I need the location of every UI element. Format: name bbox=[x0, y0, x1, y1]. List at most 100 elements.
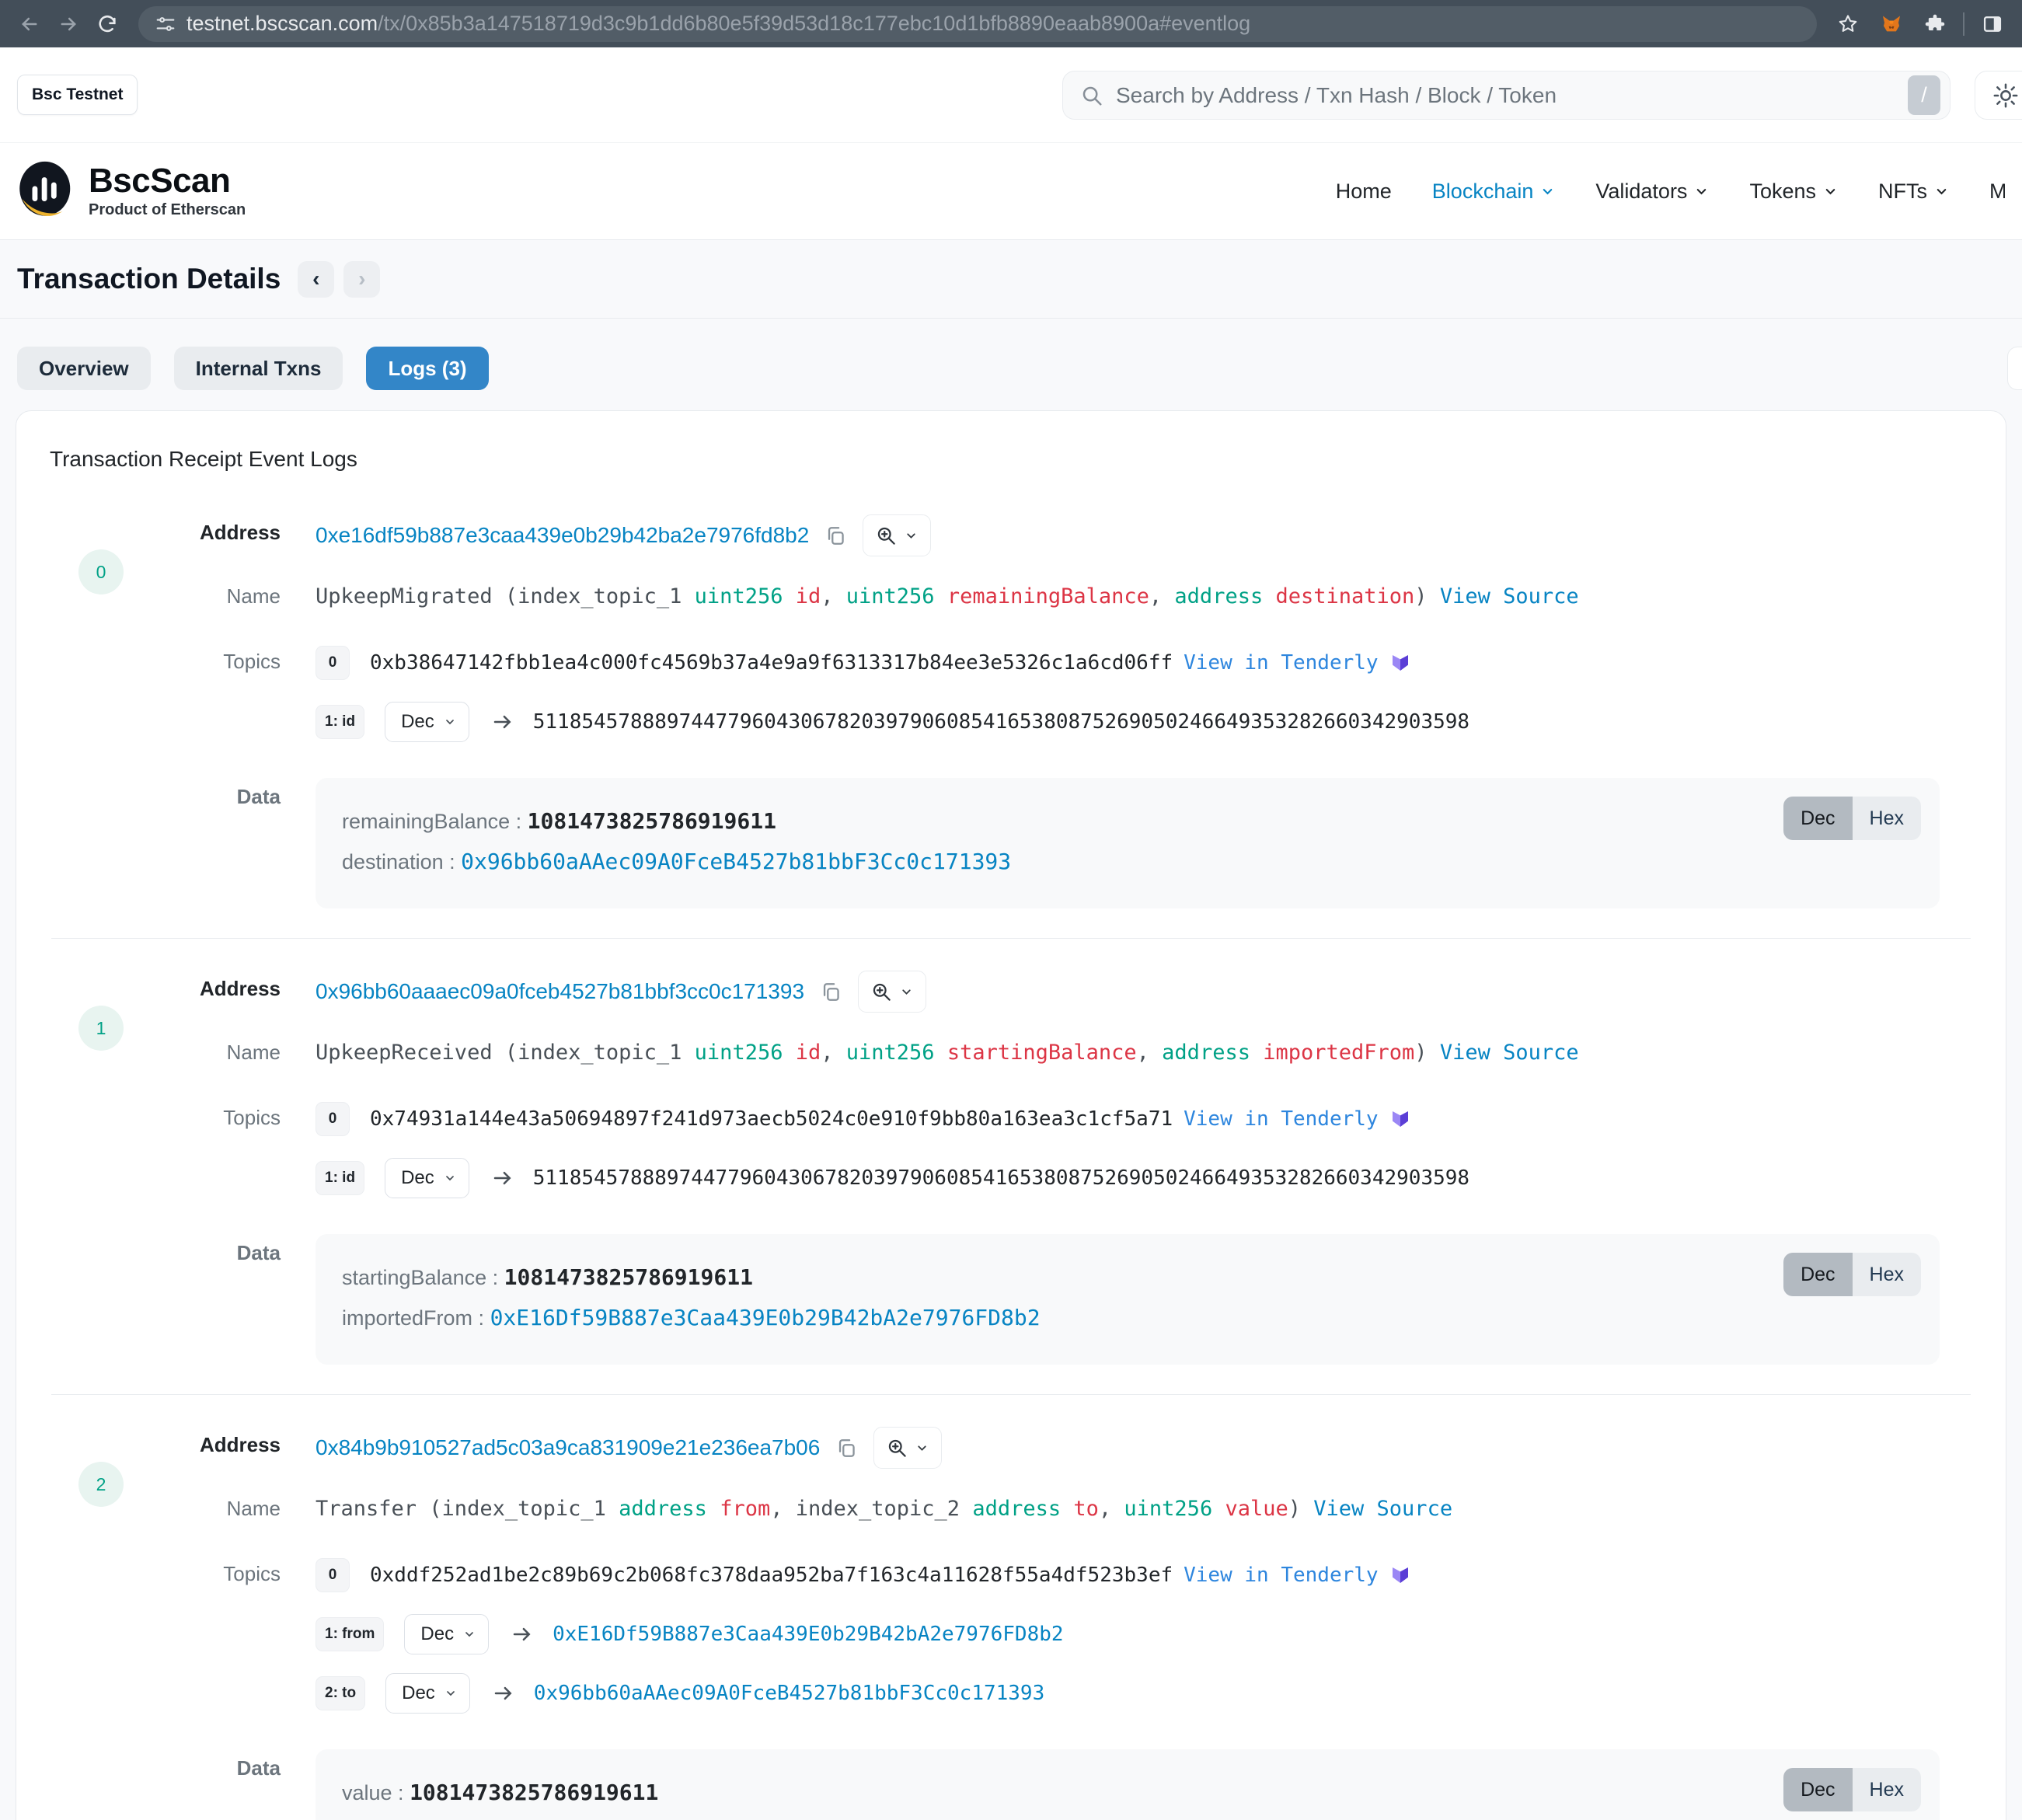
nav-item-tokens[interactable]: Tokens bbox=[1749, 180, 1838, 204]
topic-decode-dropdown[interactable]: Dec bbox=[385, 702, 469, 742]
topic-value[interactable]: 0xE16Df59B887e3Caa439E0b29B42bA2e7976FD8… bbox=[553, 1623, 1063, 1646]
dec-button[interactable]: Dec bbox=[1783, 797, 1852, 840]
topic-value: 0x74931a144e43a50694897f241d973aecb5024c… bbox=[370, 1107, 1173, 1131]
arrow-right-icon bbox=[491, 710, 514, 734]
data-address-link[interactable]: 0xE16Df59B887e3Caa439E0b29B42bA2e7976FD8… bbox=[490, 1305, 1041, 1330]
dec-button[interactable]: Dec bbox=[1783, 1768, 1852, 1811]
data-separator: : bbox=[510, 810, 528, 833]
copy-icon[interactable] bbox=[820, 981, 842, 1003]
log-data-box: remainingBalance : 1081473825786919611de… bbox=[316, 778, 1940, 908]
tab-bar-edge-button[interactable] bbox=[2007, 347, 2022, 390]
nav-item-blockchain[interactable]: Blockchain bbox=[1432, 180, 1556, 204]
topic-row: 0 0xb38647142fbb1ea4c000fc4569b37a4e9a9f… bbox=[316, 643, 1971, 683]
signature-segment: to bbox=[1061, 1497, 1099, 1521]
address-lens-button[interactable] bbox=[873, 1427, 942, 1469]
signature-segment: , bbox=[1099, 1497, 1124, 1521]
bscscan-logo-icon bbox=[17, 159, 78, 223]
copy-icon[interactable] bbox=[824, 525, 847, 547]
data-separator: : bbox=[444, 850, 462, 873]
search-shortcut-badge: / bbox=[1908, 75, 1940, 115]
site-header-main: BscScan Product of Etherscan Home Blockc… bbox=[0, 143, 2022, 240]
tab-internal-txns[interactable]: Internal Txns bbox=[174, 347, 343, 390]
signature-segment: uint256 bbox=[695, 1041, 783, 1065]
data-address-link[interactable]: 0x96bb60aAAec09A0FceB4527b81bbF3Cc0c1713… bbox=[461, 849, 1011, 874]
topic-row: 0 0x74931a144e43a50694897f241d973aecb502… bbox=[316, 1099, 1971, 1139]
topic-value: 0xb38647142fbb1ea4c000fc4569b37a4e9a9f63… bbox=[370, 651, 1173, 675]
search-icon bbox=[1080, 84, 1103, 107]
view-source-link[interactable]: View Source bbox=[1313, 1497, 1452, 1521]
view-source-link[interactable]: View Source bbox=[1440, 584, 1579, 608]
data-value: 1081473825786919611 bbox=[410, 1780, 658, 1805]
brand-name: BscScan bbox=[89, 164, 246, 198]
log-address-link[interactable]: 0xe16df59b887e3caa439e0b29b42ba2e7976fd8… bbox=[316, 523, 809, 548]
chevron-down-icon bbox=[444, 716, 456, 728]
log-address-link[interactable]: 0x96bb60aaaec09a0fceb4527b81bbf3cc0c1713… bbox=[316, 979, 804, 1004]
topics-label: Topics bbox=[133, 643, 281, 674]
address-lens-button[interactable] bbox=[863, 514, 931, 556]
site-info-icon[interactable] bbox=[155, 14, 176, 34]
network-badge[interactable]: Bsc Testnet bbox=[17, 75, 138, 115]
prev-transaction-button[interactable]: ‹ bbox=[298, 261, 334, 298]
dec-button[interactable]: Dec bbox=[1783, 1253, 1852, 1296]
extensions-icon[interactable] bbox=[1919, 9, 1951, 40]
view-in-tenderly-link[interactable]: View in Tenderly bbox=[1184, 1564, 1378, 1587]
address-bar[interactable]: testnet.bscscan.com/tx/0x85b3a147518719d… bbox=[138, 6, 1817, 42]
signature-segment: importedFrom bbox=[1250, 1041, 1414, 1065]
tenderly-icon bbox=[1388, 650, 1413, 675]
search-bar[interactable]: / bbox=[1062, 71, 1951, 120]
view-in-tenderly-link[interactable]: View in Tenderly bbox=[1184, 651, 1378, 675]
nav-item-home[interactable]: Home bbox=[1336, 180, 1392, 204]
topic-decode-dropdown[interactable]: Dec bbox=[385, 1158, 469, 1198]
data-separator: : bbox=[486, 1266, 504, 1289]
log-address-link[interactable]: 0x84b9b910527ad5c03a9ca831909e21e236ea7b… bbox=[316, 1435, 820, 1460]
chevron-down-icon bbox=[1934, 184, 1949, 199]
chevron-down-icon bbox=[463, 1628, 476, 1640]
search-input[interactable] bbox=[1116, 83, 1895, 108]
address-label: Address bbox=[133, 514, 281, 545]
view-in-tenderly-link[interactable]: View in Tenderly bbox=[1184, 1107, 1378, 1131]
nav-item-more[interactable]: M bbox=[1989, 180, 2005, 204]
back-icon[interactable] bbox=[14, 9, 45, 40]
view-source-link[interactable]: View Source bbox=[1440, 1041, 1579, 1065]
reload-icon[interactable] bbox=[92, 9, 123, 40]
copy-icon[interactable] bbox=[835, 1437, 858, 1459]
event-signature: UpkeepReceived (index_topic_1 uint256 id… bbox=[316, 1034, 1971, 1069]
data-param-label: startingBalance bbox=[342, 1266, 486, 1289]
tab-bar: Overview Internal Txns Logs (3) bbox=[0, 347, 2022, 390]
signature-segment: uint256 bbox=[846, 584, 935, 608]
tab-overview[interactable]: Overview bbox=[17, 347, 151, 390]
bscscan-logo[interactable]: BscScan Product of Etherscan bbox=[17, 159, 246, 223]
hex-button[interactable]: Hex bbox=[1853, 1768, 1921, 1811]
metamask-icon[interactable] bbox=[1876, 9, 1907, 40]
tab-logs[interactable]: Logs (3) bbox=[366, 347, 488, 390]
nav-item-validators[interactable]: Validators bbox=[1595, 180, 1709, 204]
address-lens-button[interactable] bbox=[858, 971, 926, 1013]
signature-segment: from bbox=[707, 1497, 770, 1521]
theme-toggle-button[interactable] bbox=[1975, 71, 2022, 120]
dec-hex-toggle: Dec Hex bbox=[1783, 1253, 1921, 1296]
signature-segment: ) bbox=[1288, 1497, 1314, 1521]
hex-button[interactable]: Hex bbox=[1853, 1253, 1921, 1296]
data-row: value : 1081473825786919611 bbox=[342, 1773, 1913, 1813]
topic-decode-dropdown[interactable]: Dec bbox=[404, 1614, 489, 1654]
page-title: Transaction Details bbox=[17, 263, 281, 295]
topic-decode-dropdown[interactable]: Dec bbox=[385, 1673, 470, 1714]
chevron-down-icon bbox=[444, 1687, 457, 1700]
log-index-badge: 2 bbox=[78, 1462, 124, 1507]
bookmark-star-icon[interactable] bbox=[1832, 9, 1863, 40]
topic-index-badge: 1: id bbox=[316, 705, 364, 739]
next-transaction-button[interactable]: › bbox=[343, 261, 380, 298]
topic-index-badge: 0 bbox=[316, 1558, 350, 1592]
side-panel-icon[interactable] bbox=[1977, 9, 2008, 40]
data-value: 1081473825786919611 bbox=[528, 808, 776, 834]
name-label: Name bbox=[133, 1034, 281, 1065]
toolbar-divider bbox=[1963, 12, 1964, 36]
data-row: remainingBalance : 1081473825786919611 bbox=[342, 801, 1913, 842]
forward-icon[interactable] bbox=[53, 9, 84, 40]
nav-item-nfts[interactable]: NFTs bbox=[1878, 180, 1949, 204]
log-index-badge: 1 bbox=[78, 1006, 124, 1051]
hex-button[interactable]: Hex bbox=[1853, 797, 1921, 840]
topic-value[interactable]: 0x96bb60aAAec09A0FceB4527b81bbF3Cc0c1713… bbox=[534, 1682, 1044, 1705]
signature-segment: address bbox=[972, 1497, 1061, 1521]
topics-list: 0 0xb38647142fbb1ea4c000fc4569b37a4e9a9f… bbox=[316, 643, 1971, 761]
